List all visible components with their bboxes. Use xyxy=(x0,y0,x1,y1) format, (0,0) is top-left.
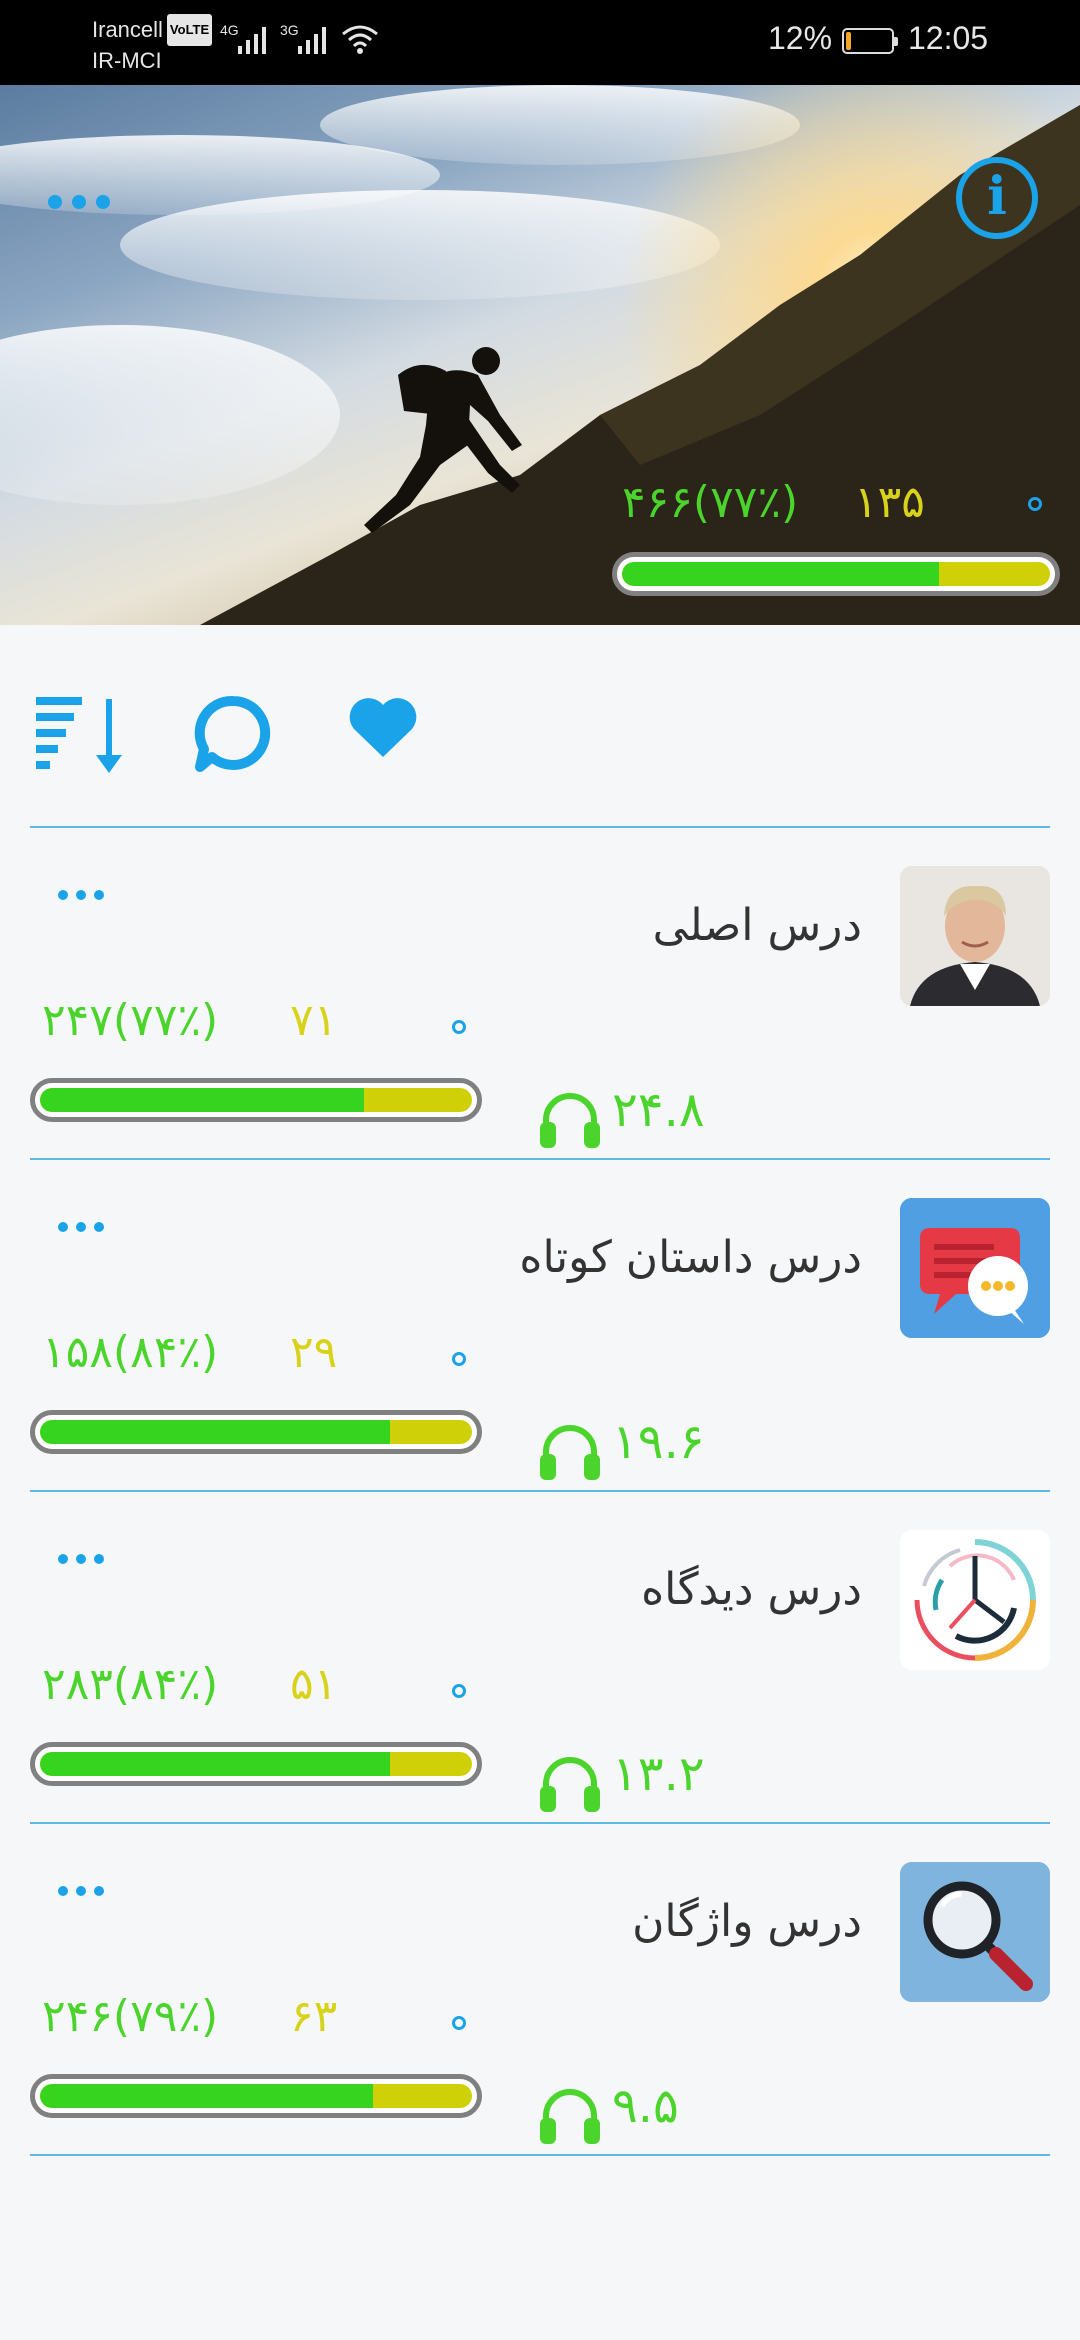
hero-banner: i ۴۶۶(۷۷٪) ۱۳۵ xyxy=(0,85,1080,625)
list-item[interactable]: درس اصلی ۲۴۷(۷۷٪) ۷۱ ۲۴.۸ xyxy=(0,860,1080,1192)
headphones-icon xyxy=(540,1757,600,1812)
list-item[interactable]: درس داستان کوتاه ۱۵۸(۸۴٪) ۲۹ ۱۹.۶ xyxy=(0,1192,1080,1524)
chat-bubbles-image xyxy=(900,1198,1050,1338)
carrier-name: Irancell xyxy=(92,17,163,42)
lesson-progress-bar xyxy=(30,2074,482,2118)
app-root: Irancell VoLTE IR-MCI 4G 3G 12% 12:05 i … xyxy=(0,0,1080,2340)
hero-more-button[interactable] xyxy=(48,185,128,221)
lesson-count: ۲۹ xyxy=(290,1327,338,1378)
lesson-count: ۵۱ xyxy=(290,1659,338,1710)
item-more-button[interactable] xyxy=(58,880,118,910)
hero-total-score: ۴۶۶(۷۷٪) xyxy=(622,477,799,528)
battery-percent: 12% xyxy=(768,20,833,56)
carrier-info: Irancell VoLTE IR-MCI xyxy=(92,14,213,76)
divider xyxy=(30,826,1050,828)
list-item[interactable]: درس واژگان ۲۴۶(۷۹٪) ۶۳ ۹.۵ xyxy=(0,1856,1080,2188)
wifi-icon xyxy=(342,25,378,54)
lesson-count: ۷۱ xyxy=(290,995,338,1046)
clock: 12:05 xyxy=(908,20,989,56)
divider xyxy=(30,2154,1050,2156)
hero-count: ۱۳۵ xyxy=(854,477,925,528)
headphones-icon xyxy=(540,1425,600,1480)
hero-stats: ۴۶۶(۷۷٪) ۱۳۵ xyxy=(0,477,1080,537)
lesson-total-score: ۱۵۸(۸۴٪) xyxy=(42,1327,219,1378)
lesson-total-score: ۲۴۶(۷۹٪) xyxy=(42,1991,219,2042)
carrier-name-2: IR-MCI xyxy=(92,48,162,73)
clock-arcs-image xyxy=(900,1530,1050,1670)
headphones-icon xyxy=(540,2089,600,2144)
lesson-duration: ۹.۵ xyxy=(612,2078,679,2134)
lesson-status-dot xyxy=(452,1684,466,1698)
heart-icon[interactable] xyxy=(348,695,418,759)
volte-badge: VoLTE xyxy=(166,14,213,46)
lesson-progress-bar xyxy=(30,1410,482,1454)
lesson-status-dot xyxy=(452,1352,466,1366)
mountain-climber-image xyxy=(0,85,1080,625)
list-item[interactable]: درس دیدگاه ۲۸۳(۸۴٪) ۵۱ ۱۳.۲ xyxy=(0,1524,1080,1856)
divider xyxy=(30,1158,1050,1160)
item-more-button[interactable] xyxy=(58,1876,118,1906)
status-bar: Irancell VoLTE IR-MCI 4G 3G 12% 12:05 xyxy=(0,0,1080,85)
lesson-duration: ۱۳.۲ xyxy=(612,1746,705,1802)
lesson-duration: ۱۹.۶ xyxy=(612,1414,705,1470)
item-more-button[interactable] xyxy=(58,1212,118,1242)
lesson-count: ۶۳ xyxy=(290,1991,338,2042)
chat-bubble-icon[interactable] xyxy=(194,695,272,773)
divider xyxy=(30,1822,1050,1824)
hero-status-dot xyxy=(1028,497,1042,511)
lesson-status-dot xyxy=(452,2016,466,2030)
lesson-title: درس واژگان xyxy=(632,1896,862,1947)
lesson-title: درس اصلی xyxy=(652,900,862,951)
toolbar xyxy=(0,625,1080,827)
signal-icon-2 xyxy=(298,27,326,54)
item-more-button[interactable] xyxy=(58,1544,118,1574)
portrait-image xyxy=(900,866,1050,1006)
lesson-progress-bar xyxy=(30,1742,482,1786)
info-button[interactable]: i xyxy=(956,157,1038,239)
signal-icon xyxy=(238,27,266,54)
headphones-icon xyxy=(540,1093,600,1148)
lesson-total-score: ۲۴۷(۷۷٪) xyxy=(42,995,219,1046)
lesson-title: درس دیدگاه xyxy=(641,1564,862,1615)
sort-icon[interactable] xyxy=(36,695,128,779)
divider xyxy=(30,1490,1050,1492)
battery-icon xyxy=(842,28,898,54)
hero-progress-bar xyxy=(612,552,1060,596)
lesson-duration: ۲۴.۸ xyxy=(612,1082,705,1138)
lesson-total-score: ۲۸۳(۸۴٪) xyxy=(42,1659,219,1710)
magnifier-image xyxy=(900,1862,1050,2002)
lesson-title: درس داستان کوتاه xyxy=(519,1232,862,1283)
lesson-status-dot xyxy=(452,1020,466,1034)
lesson-progress-bar xyxy=(30,1078,482,1122)
